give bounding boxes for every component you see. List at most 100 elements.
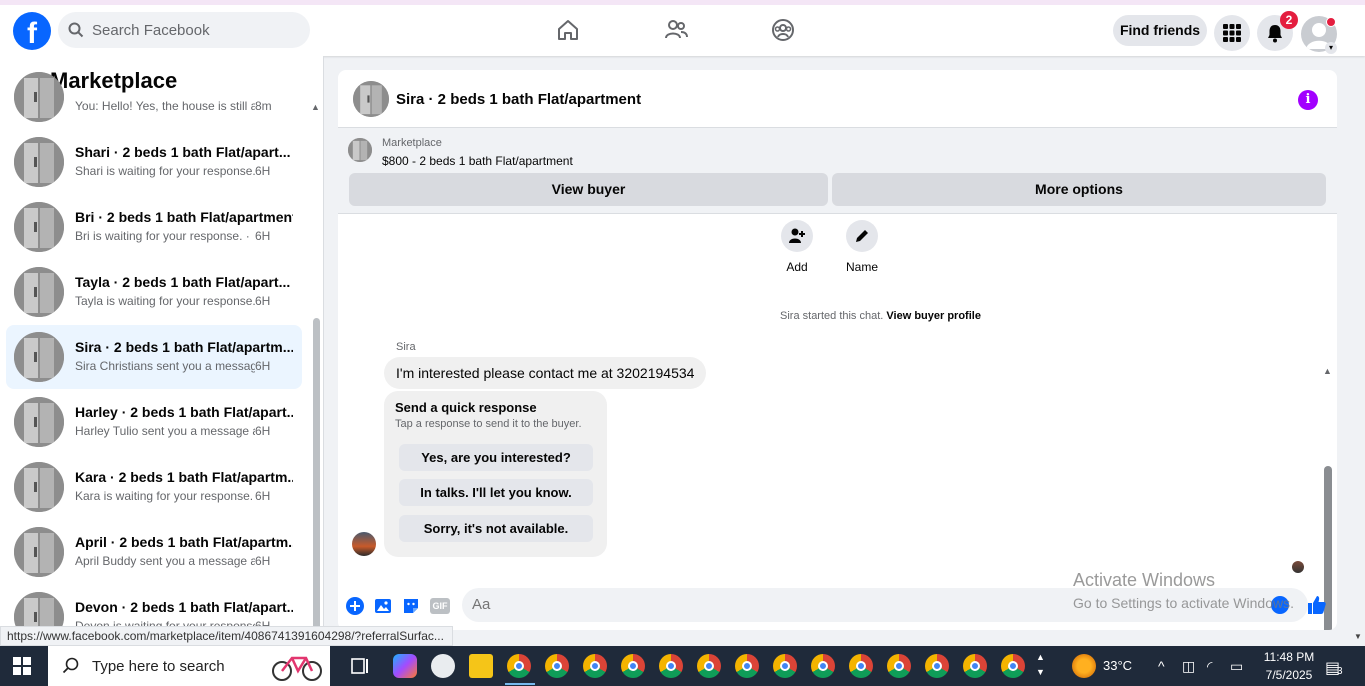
conversation-item[interactable]: Tayla · 2 beds 1 bath Flat/apart... Tayl…: [6, 260, 302, 324]
conversation-time: 6H: [255, 359, 271, 373]
quick-response-card: Send a quick response Tap a response to …: [384, 391, 607, 557]
buyer-avatar[interactable]: [352, 532, 376, 556]
chrome-icon[interactable]: [659, 654, 683, 678]
conversation-item[interactable]: Harley · 2 beds 1 bath Flat/apart... Har…: [6, 390, 302, 454]
view-buyer-button[interactable]: View buyer: [349, 173, 828, 206]
windows-start-icon[interactable]: [13, 657, 31, 675]
thumbs-up-icon[interactable]: [1306, 594, 1328, 616]
temperature-text[interactable]: 33°C: [1103, 658, 1132, 673]
chrome-icon[interactable]: [735, 654, 759, 678]
clock-date[interactable]: 7/5/2025: [1257, 668, 1321, 682]
more-options-button[interactable]: More options: [832, 173, 1326, 206]
listing-thumbnail[interactable]: [348, 138, 372, 162]
chrome-icon[interactable]: [1001, 654, 1025, 678]
search-input[interactable]: [92, 21, 292, 39]
chrome-icon[interactable]: [697, 654, 721, 678]
task-view-icon[interactable]: [349, 654, 373, 678]
conversation-title: Shari · 2 beds 1 bath Flat/apart...: [75, 144, 291, 160]
conversation-title: Bri · 2 beds 1 bath Flat/apartment: [75, 209, 293, 225]
chat-header: Sira · 2 beds 1 bath Flat/apartment i: [338, 70, 1337, 128]
marketplace-sidebar: ← Marketplace ▲ You: Hello! Yes, the hou…: [0, 56, 324, 646]
chrome-icon[interactable]: [887, 654, 911, 678]
page-scroll-down-icon[interactable]: ▼: [1354, 632, 1362, 641]
conversation-item[interactable]: April · 2 beds 1 bath Flat/apartm... Apr…: [6, 520, 302, 584]
add-contact-action[interactable]: Add: [767, 220, 827, 274]
chat-panel: Sira · 2 beds 1 bath Flat/apartment i Ma…: [338, 70, 1337, 630]
conversation-time: 6H: [255, 554, 271, 568]
conversation-item[interactable]: Kara · 2 beds 1 bath Flat/apartm... Kara…: [6, 455, 302, 519]
photo-icon[interactable]: [373, 596, 393, 616]
conversation-time: 6H: [255, 424, 271, 438]
menu-button[interactable]: [1214, 15, 1250, 51]
wifi-icon[interactable]: ◜: [1207, 658, 1212, 675]
chrome-icon[interactable]: [849, 654, 873, 678]
chevron-down-icon[interactable]: ▾: [1325, 42, 1337, 54]
listing-thumbnail: [14, 137, 64, 187]
gif-icon[interactable]: GIF: [430, 598, 450, 614]
conversation-preview: Tayla is waiting for your response. ·: [75, 294, 255, 308]
copilot-icon[interactable]: [393, 654, 417, 678]
search-box[interactable]: [58, 12, 310, 48]
home-icon[interactable]: [555, 17, 581, 43]
conversation-item[interactable]: You: Hello! Yes, the house is still av..…: [6, 65, 302, 129]
chrome-icon[interactable]: [545, 654, 569, 678]
listing-thumbnail[interactable]: [353, 81, 389, 117]
info-icon[interactable]: i: [1298, 90, 1318, 110]
active-app-indicator: [505, 683, 535, 685]
scroll-up-icon[interactable]: ▲: [311, 102, 320, 112]
sidebar-scrollbar[interactable]: [313, 318, 320, 646]
link-status-bar: https://www.facebook.com/marketplace/ite…: [0, 626, 453, 646]
conversation-time: 6H: [255, 229, 271, 243]
name-action[interactable]: Name: [832, 220, 892, 274]
chrome-icon[interactable]: [925, 654, 949, 678]
conversation-preview: Kara is waiting for your response. ·: [75, 489, 255, 503]
conversation-preview: You: Hello! Yes, the house is still av..…: [75, 99, 255, 113]
friends-icon[interactable]: [663, 17, 689, 43]
chrome-icon[interactable]: [507, 654, 531, 678]
weather-sun-icon[interactable]: [1072, 654, 1096, 678]
listing-thumbnail: [14, 527, 64, 577]
listing-price[interactable]: $800 - 2 beds 1 bath Flat/apartment: [382, 154, 573, 168]
notification-center-count: 3: [1337, 666, 1343, 677]
conversation-item[interactable]: Shari · 2 beds 1 bath Flat/apart... Shar…: [6, 130, 302, 194]
add-label: Add: [786, 260, 808, 274]
taskbar-search[interactable]: Type here to search: [48, 646, 330, 686]
listing-thumbnail: [14, 72, 64, 122]
find-friends-button[interactable]: Find friends: [1113, 15, 1207, 46]
sticker-icon[interactable]: [401, 596, 421, 616]
clock-time[interactable]: 11:48 PM: [1257, 650, 1321, 664]
facebook-logo-icon[interactable]: f: [13, 12, 51, 50]
chevron-up-icon[interactable]: ^: [1158, 658, 1165, 674]
message-thread: Add Name Sira started this chat. View bu…: [338, 216, 1337, 630]
chrome-icon[interactable]: [773, 654, 797, 678]
conversation-title: Harley · 2 beds 1 bath Flat/apart...: [75, 404, 293, 420]
chat-title[interactable]: Sira · 2 beds 1 bath Flat/apartment: [396, 91, 641, 108]
system-note-text: Sira started this chat.: [780, 310, 884, 322]
taskbar-scroll-arrows-icon[interactable]: ▲ ▼: [1036, 650, 1045, 680]
conversation-preview: April Buddy sent you a message a...: [75, 554, 255, 568]
search-icon: [68, 22, 84, 38]
weather-app-icon[interactable]: [431, 654, 455, 678]
file-explorer-icon[interactable]: [469, 654, 493, 678]
scroll-up-icon[interactable]: ▲: [1323, 366, 1332, 376]
listing-thumbnail: [14, 202, 64, 252]
chrome-icon[interactable]: [583, 654, 607, 678]
chrome-icon[interactable]: [963, 654, 987, 678]
chrome-icon[interactable]: [811, 654, 835, 678]
conversation-title: Tayla · 2 beds 1 bath Flat/apart...: [75, 274, 291, 290]
conversation-title: Devon · 2 beds 1 bath Flat/apart...: [75, 599, 293, 615]
conversation-title: Sira · 2 beds 1 bath Flat/apartm...: [75, 339, 293, 355]
view-buyer-profile-link[interactable]: View buyer profile: [886, 310, 981, 322]
notification-count-badge: 2: [1280, 11, 1298, 29]
plus-circle-icon[interactable]: [345, 596, 365, 616]
quick-reply-button[interactable]: In talks. I'll let you know.: [399, 479, 593, 506]
chrome-icon[interactable]: [621, 654, 645, 678]
quick-reply-button[interactable]: Yes, are you interested?: [399, 444, 593, 471]
meet-now-icon[interactable]: ◫: [1182, 658, 1195, 675]
quick-reply-button[interactable]: Sorry, it's not available.: [399, 515, 593, 542]
conversation-item[interactable]: Bri · 2 beds 1 bath Flat/apartment Bri i…: [6, 195, 302, 259]
battery-icon[interactable]: ▭: [1230, 658, 1243, 675]
groups-icon[interactable]: [770, 17, 796, 43]
listing-thumbnail: [14, 332, 64, 382]
conversation-item-active[interactable]: Sira · 2 beds 1 bath Flat/apartm... Sira…: [6, 325, 302, 389]
